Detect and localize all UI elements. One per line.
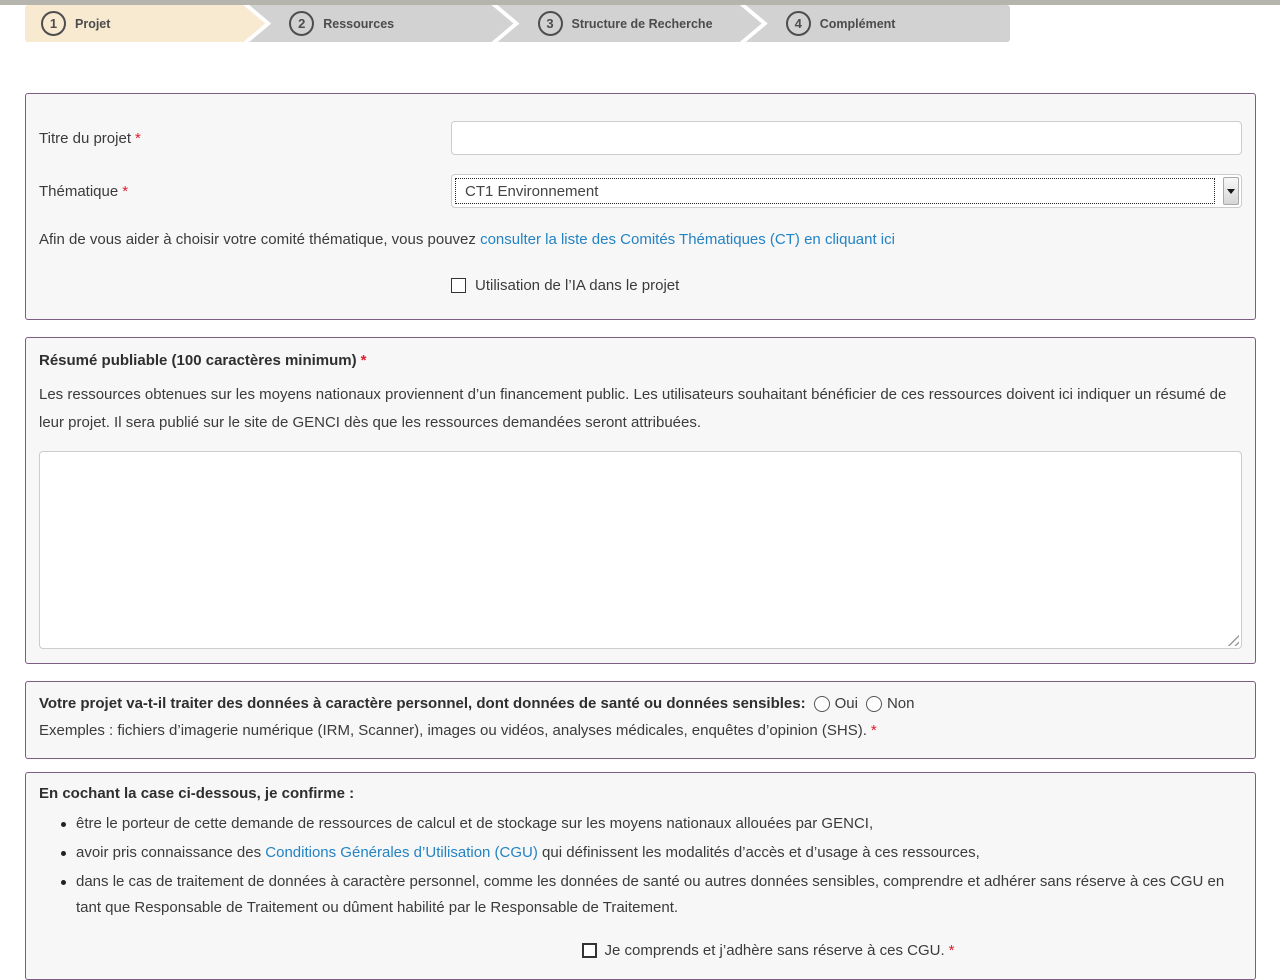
cgu-checkbox-label: Je comprends et j’adhère sans réserve à … — [605, 942, 955, 959]
required-asterisk: * — [361, 352, 367, 369]
resume-textarea[interactable] — [39, 451, 1242, 649]
personal-data-question: Votre projet va-t-il traiter des données… — [39, 695, 806, 712]
radio-oui-label[interactable]: Oui — [835, 695, 858, 712]
radio-non-label[interactable]: Non — [887, 695, 915, 712]
project-title-input[interactable] — [451, 121, 1242, 155]
thematique-label: Thématique* — [39, 183, 451, 200]
step-number-badge: 1 — [41, 11, 66, 36]
personal-data-panel: Votre projet va-t-il traiter des données… — [25, 681, 1256, 759]
required-asterisk: * — [871, 722, 877, 739]
ia-checkbox-label: Utilisation de l’IA dans le projet — [475, 277, 679, 294]
thematique-select[interactable]: CT1 Environnement — [451, 174, 1242, 208]
step-label: Structure de Recherche — [572, 17, 713, 31]
radio-oui[interactable] — [814, 696, 830, 712]
step-number-badge: 2 — [289, 11, 314, 36]
resume-heading: Résumé publiable (100 caractères minimum… — [39, 352, 1242, 369]
bullet-dot-icon — [61, 880, 66, 885]
confirm-panel: En cochant la case ci-dessous, je confir… — [25, 772, 1256, 980]
project-title-label: Titre du projet* — [39, 130, 451, 147]
required-asterisk: * — [949, 942, 955, 959]
resume-panel: Résumé publiable (100 caractères minimum… — [25, 337, 1256, 664]
step-structure-de-recherche[interactable]: 3 Structure de Recherche — [498, 5, 762, 42]
dropdown-arrow-icon — [1227, 189, 1235, 194]
dropdown-button[interactable] — [1223, 177, 1239, 205]
step-label: Ressources — [323, 17, 394, 31]
resume-description: Les ressources obtenues sur les moyens n… — [39, 381, 1242, 437]
step-number-badge: 4 — [786, 11, 811, 36]
examples-text: Exemples : fichiers d’imagerie numérique… — [39, 722, 1242, 739]
ia-checkbox-row: Utilisation de l’IA dans le projet — [451, 277, 1242, 294]
cgu-link[interactable]: Conditions Générales d’Utilisation (CGU) — [265, 844, 538, 861]
stepper: 1 Projet 2 Ressources 3 Structure de Rec… — [25, 5, 1010, 42]
bullet-item: dans le cas de traitement de données à c… — [61, 869, 1242, 921]
step-label: Projet — [75, 17, 110, 31]
step-projet[interactable]: 1 Projet — [25, 5, 265, 42]
required-asterisk: * — [135, 130, 141, 147]
bullet-dot-icon — [61, 822, 66, 827]
step-complement[interactable]: 4 Complément — [746, 5, 1010, 42]
cgu-checkbox-row: Je comprends et j’adhère sans réserve à … — [39, 942, 1242, 959]
thematique-helper-text: Afin de vous aider à choisir votre comit… — [39, 231, 1242, 248]
bullet-item: avoir pris connaissance des Conditions G… — [61, 840, 1242, 866]
step-label: Complément — [820, 17, 896, 31]
confirm-intro: En cochant la case ci-dessous, je confir… — [39, 785, 1242, 802]
step-number-badge: 3 — [538, 11, 563, 36]
project-panel: Titre du projet* Thématique* CT1 Environ… — [25, 93, 1256, 320]
required-asterisk: * — [122, 183, 128, 200]
confirm-bullet-list: être le porteur de cette demande de ress… — [39, 811, 1242, 921]
thematique-selected-value: CT1 Environnement — [456, 179, 1214, 203]
personal-data-question-row: Votre projet va-t-il traiter des données… — [39, 695, 1242, 712]
step-ressources[interactable]: 2 Ressources — [249, 5, 513, 42]
bullet-item: être le porteur de cette demande de ress… — [61, 811, 1242, 837]
ct-list-link[interactable]: consulter la liste des Comités Thématiqu… — [480, 231, 895, 248]
ia-checkbox[interactable] — [451, 278, 466, 293]
bullet-dot-icon — [61, 851, 66, 856]
radio-non[interactable] — [866, 696, 882, 712]
cgu-checkbox[interactable] — [582, 943, 597, 958]
